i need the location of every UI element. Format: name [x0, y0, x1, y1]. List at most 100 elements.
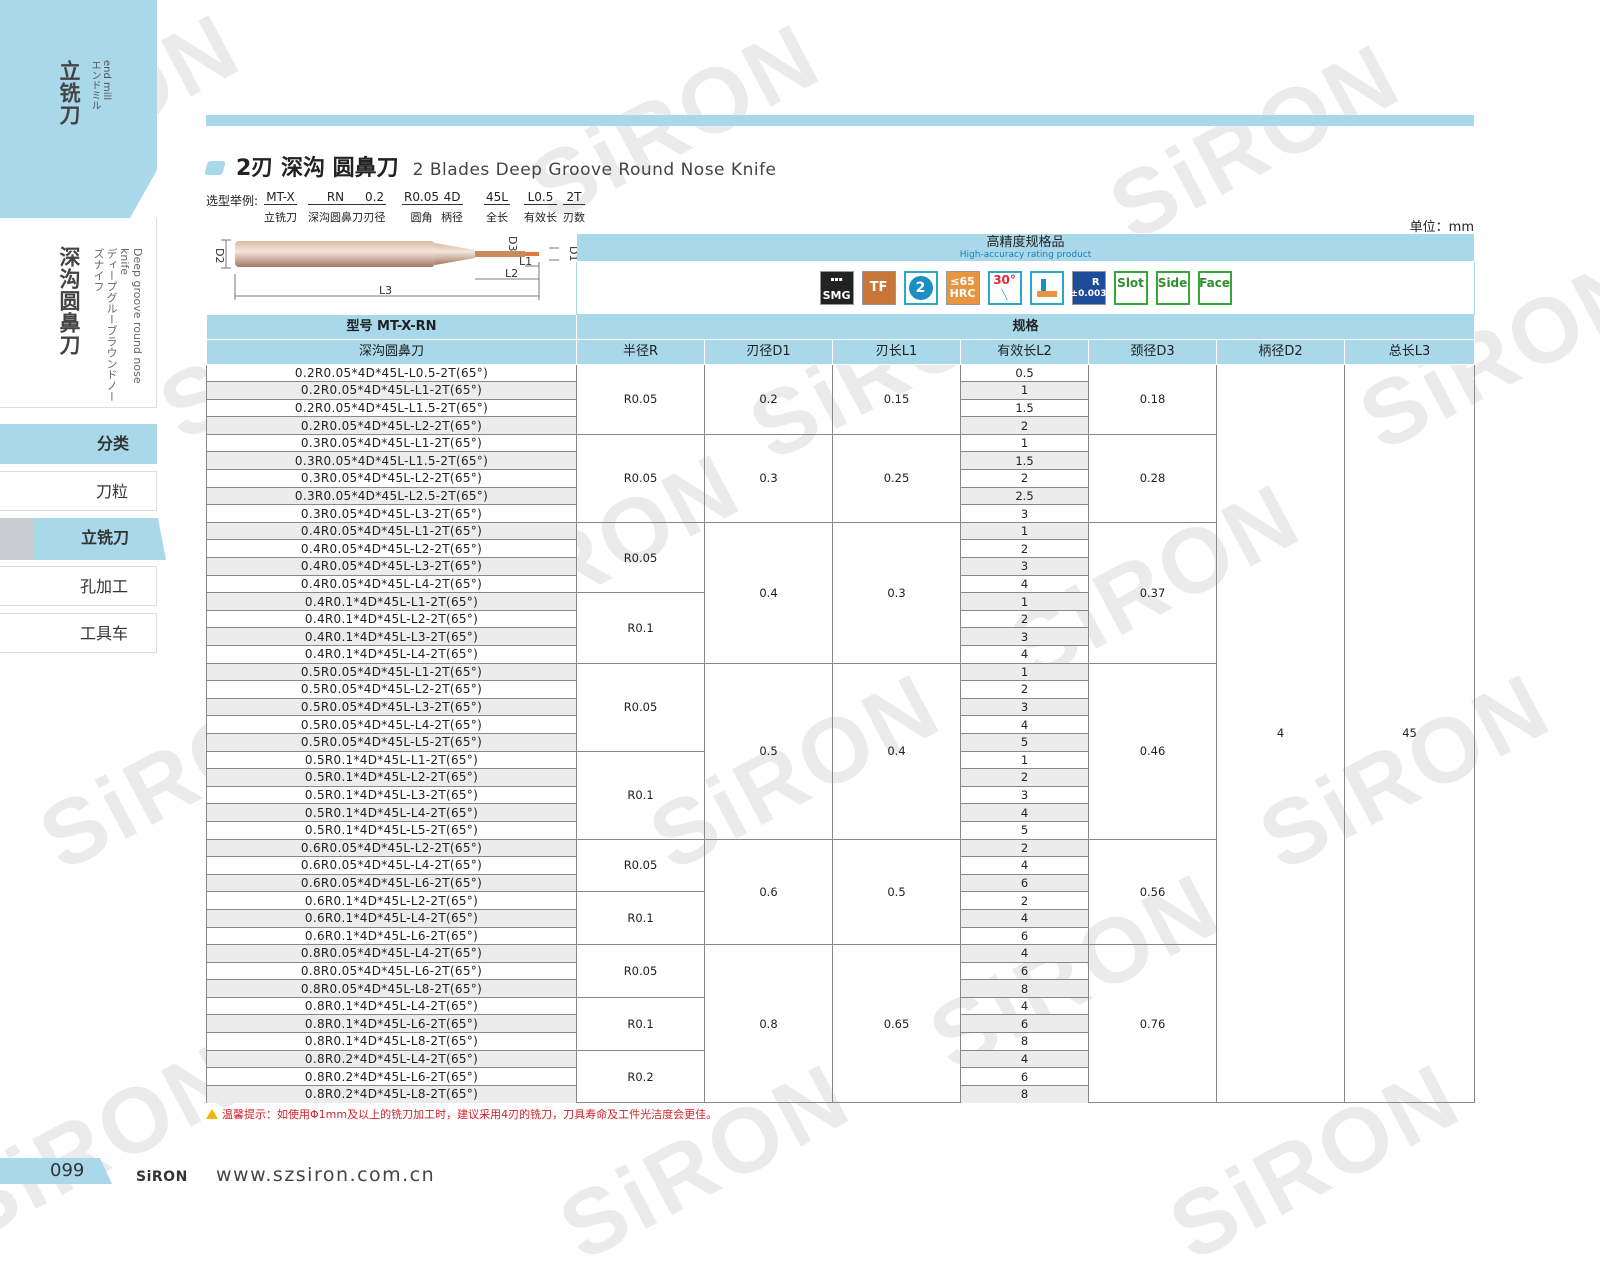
radius-cell: R0.05 [576, 363, 705, 435]
label-l2: L2 [505, 267, 518, 280]
col-d2: 柄径D2 [1216, 338, 1345, 365]
radius-cell: R0.05 [576, 521, 705, 594]
model-cell: 0.3R0.05*4D*45L-L2-2T(65°) [206, 469, 577, 488]
radius-cell: R0.05 [576, 662, 705, 752]
l1-cell: 0.25 [832, 433, 961, 523]
l2-cell: 4 [960, 944, 1089, 963]
sidebar-item-inserts[interactable]: 刀粒 [0, 471, 157, 511]
col-l2: 有效长L2 [960, 338, 1089, 365]
section-title-cn: 立铣刀 [57, 60, 81, 126]
high-precision-header: 高精度规格品 High-accuracy rating product [575, 233, 1476, 262]
slot-icon: Slot [1113, 270, 1148, 305]
example-item: R0.05 圆角 [402, 190, 442, 225]
sidebar-item-hole-making[interactable]: 孔加工 [0, 566, 157, 606]
d1-cell: 0.4 [704, 521, 833, 664]
layer-icon [1029, 270, 1064, 305]
model-cell: 0.5R0.1*4D*45L-L3-2T(65°) [206, 785, 577, 804]
l2-cell: 1 [960, 521, 1089, 540]
model-cell: 0.3R0.05*4D*45L-L3-2T(65°) [206, 504, 577, 523]
spec-header: 规格 [575, 313, 1476, 340]
type-name-header: 深沟圆鼻刀 [206, 338, 577, 365]
tf-coating-icon: TF [861, 270, 896, 305]
smg-icon: ▪▪▪ SMG [819, 270, 854, 305]
l2-cell: 4 [960, 574, 1089, 593]
example-code: 0.2 [363, 190, 387, 205]
example-item: 45L 全长 [484, 190, 510, 225]
model-cell: 0.4R0.1*4D*45L-L3-2T(65°) [206, 627, 577, 646]
hp-en: High-accuracy rating product [959, 249, 1092, 260]
model-cell: 0.3R0.05*4D*45L-L1.5-2T(65°) [206, 451, 577, 470]
l1-cell: 0.4 [832, 662, 961, 840]
sidebar-item-category[interactable]: 分类 [0, 424, 157, 464]
l1-cell: 0.15 [832, 363, 961, 435]
d2-cell: 4 [1216, 363, 1345, 1104]
d1-cell: 0.8 [704, 944, 833, 1104]
d1-cell: 0.3 [704, 433, 833, 523]
l2-cell: 2 [960, 609, 1089, 628]
label-d2: D2 [213, 248, 226, 263]
model-cell: 0.5R0.05*4D*45L-L3-2T(65°) [206, 697, 577, 716]
l1-cell: 0.3 [832, 521, 961, 664]
l2-cell: 1 [960, 381, 1089, 400]
model-cell: 0.8R0.2*4D*45L-L6-2T(65°) [206, 1067, 577, 1086]
radius-cell: R0.05 [576, 838, 705, 893]
radius-cell: R0.1 [576, 750, 705, 840]
l2-cell: 6 [960, 926, 1089, 945]
example-meaning: 深沟圆鼻刀 [308, 211, 363, 224]
model-cell: 0.4R0.05*4D*45L-L3-2T(65°) [206, 557, 577, 576]
l2-cell: 5 [960, 732, 1089, 752]
model-cell: 0.5R0.05*4D*45L-L1-2T(65°) [206, 662, 577, 681]
model-cell: 0.3R0.05*4D*45L-L2.5-2T(65°) [206, 486, 577, 505]
model-cell: 0.5R0.05*4D*45L-L4-2T(65°) [206, 715, 577, 734]
l2-cell: 8 [960, 979, 1089, 998]
d1-cell: 0.2 [704, 363, 833, 435]
l2-cell: 0.5 [960, 363, 1089, 382]
example-meaning: 刃径 [363, 211, 386, 224]
radius-cell: R0.1 [576, 592, 705, 664]
example-item: RN 深沟圆鼻刀 [308, 190, 363, 225]
d3-cell: 0.37 [1088, 521, 1217, 664]
table-row: 0.2R0.05*4D*45L-L0.5-2T(65°) R0.05 0.2 0.15… [206, 363, 1476, 1104]
sidebar-product-label: 深沟圆鼻刀 Deep groove round nose knife ディープグル… [0, 218, 157, 408]
model-cell: 0.8R0.2*4D*45L-L8-2T(65°) [206, 1084, 577, 1103]
title-en: 2 Blades Deep Groove Round Nose Knife [412, 160, 777, 180]
l2-cell: 4 [960, 715, 1089, 734]
example-code: R0.05 [402, 190, 442, 205]
tool-diagram: D2 L3 L2 L1 D3 D1 [206, 233, 580, 314]
hrc-icon: ≤65 HRC [945, 270, 980, 305]
example-code: 45L [484, 190, 510, 205]
model-cell: 0.2R0.05*4D*45L-L0.5-2T(65°) [206, 363, 577, 382]
l2-cell: 1 [960, 750, 1089, 769]
l2-cell: 2 [960, 891, 1089, 910]
sidebar-item-tool-cart[interactable]: 工具车 [0, 613, 157, 653]
sidebar-item-end-mill[interactable]: 立铣刀 [0, 518, 166, 560]
l1-cell: 0.65 [832, 944, 961, 1104]
d3-cell: 0.76 [1088, 944, 1217, 1104]
l2-cell: 1 [960, 662, 1089, 681]
l2-cell: 2 [960, 539, 1089, 558]
tolerance-icon: R ±0.003 [1071, 270, 1107, 305]
l2-cell: 2 [960, 416, 1089, 435]
example-item: 2T 刃数 [563, 190, 585, 225]
end-mill-diagram: D2 L3 L2 L1 D3 D1 [213, 236, 580, 300]
model-cell: 0.5R0.05*4D*45L-L2-2T(65°) [206, 680, 577, 699]
watermark: SiRON [1094, 23, 1417, 261]
title-cn: 2刃 深沟 圆鼻刀 [236, 156, 399, 181]
l2-cell: 3 [960, 504, 1089, 523]
l2-cell: 2.5 [960, 486, 1089, 505]
product-title-cn: 深沟圆鼻刀 [57, 246, 81, 356]
l2-cell: 6 [960, 1067, 1089, 1086]
model-cell: 0.4R0.1*4D*45L-L4-2T(65°) [206, 645, 577, 664]
example-item: 0.2 刃径 [363, 190, 387, 225]
l3-cell: 45 [1343, 363, 1476, 1104]
l2-cell: 4 [960, 645, 1089, 664]
radius-cell: R0.05 [576, 433, 705, 523]
l2-cell: 6 [960, 1014, 1089, 1033]
warning-icon [206, 1109, 218, 1119]
l2-cell: 2 [960, 838, 1089, 857]
l2-cell: 1.5 [960, 398, 1089, 417]
l2-cell: 6 [960, 961, 1089, 980]
section-title-en: end mill エンドミル [89, 60, 112, 110]
model-cell: 0.6R0.1*4D*45L-L4-2T(65°) [206, 908, 577, 927]
model-cell: 0.2R0.05*4D*45L-L2-2T(65°) [206, 416, 577, 435]
